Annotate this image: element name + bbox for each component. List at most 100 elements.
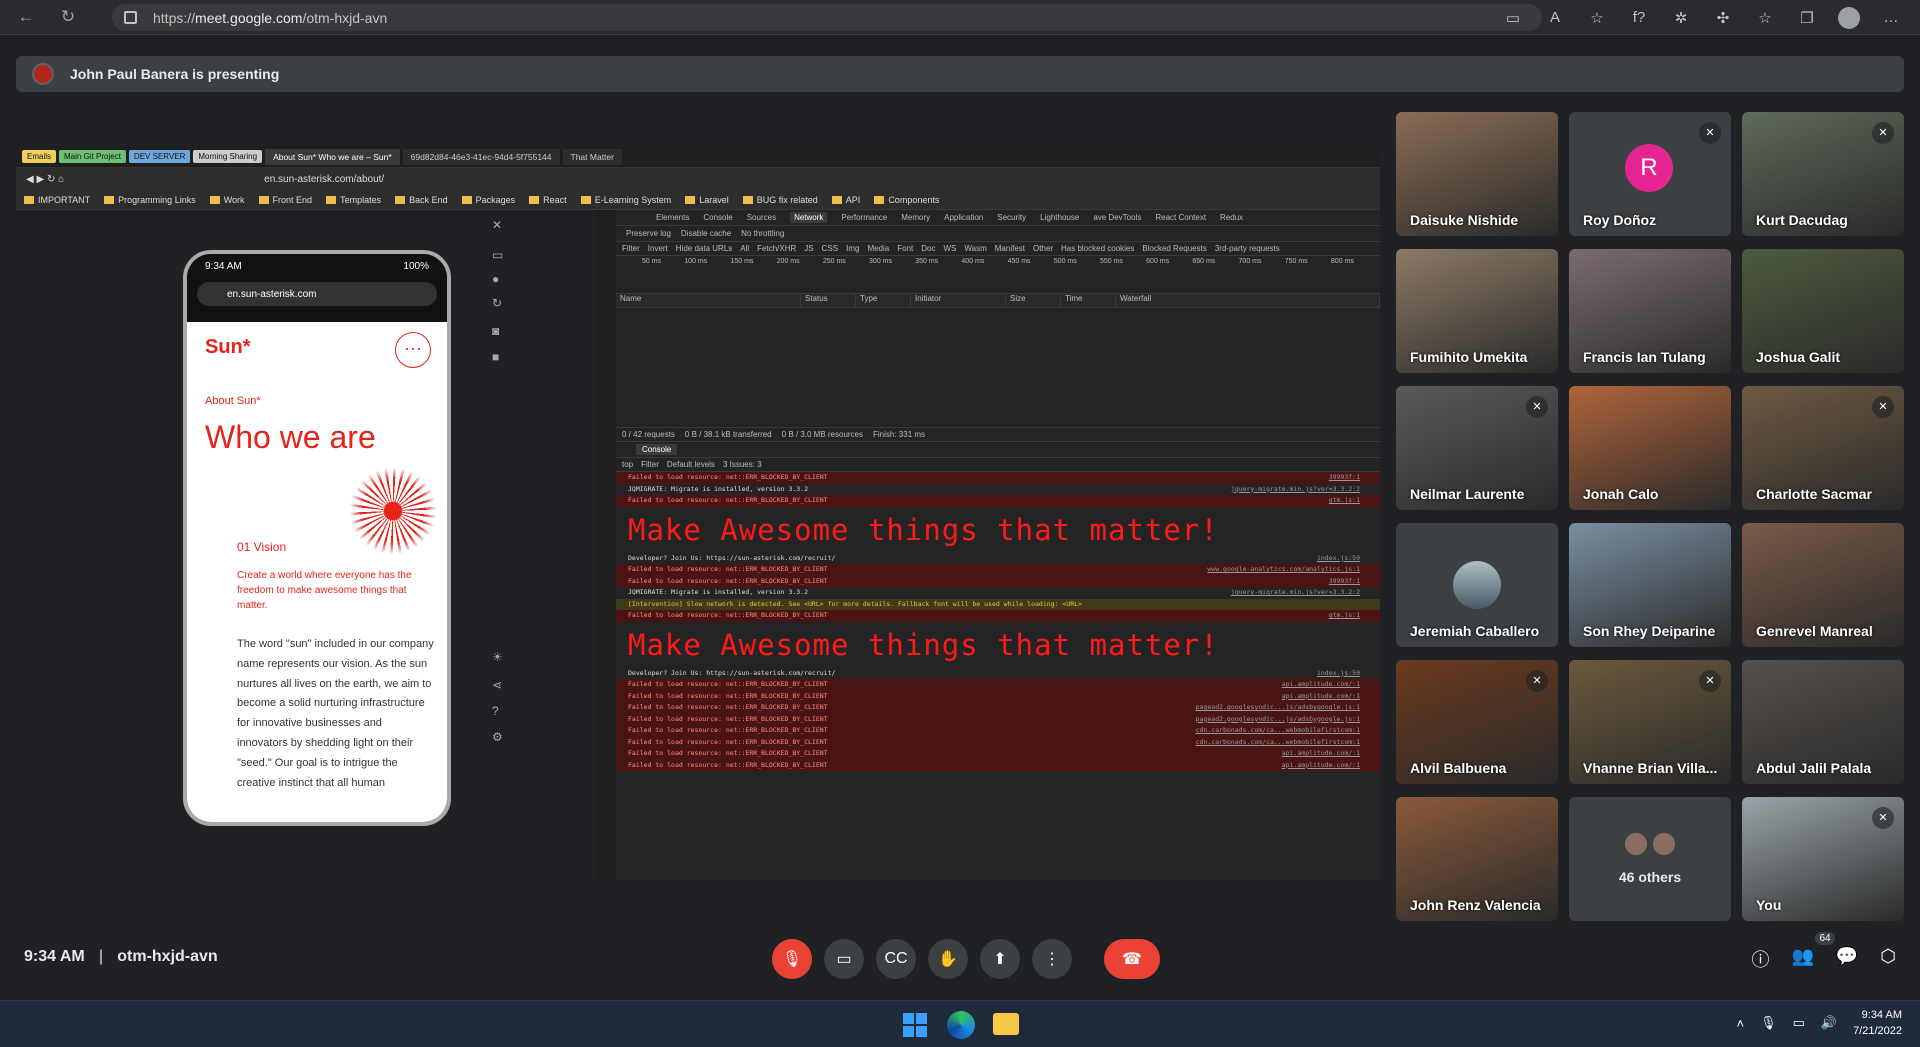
console-filter-bar: top Filter Default levels 3 Issues: 3 <box>616 458 1380 472</box>
participant-tile[interactable]: Neilmar Laurente ✕ <box>1396 386 1558 510</box>
console-line: JQMIGRATE: Migrate is installed, version… <box>616 587 1380 599</box>
participant-tile[interactable]: Alvil Balbuena ✕ <box>1396 660 1558 784</box>
timeline-tick: 750 ms <box>1284 258 1308 265</box>
participant-tile[interactable]: Vhanne Brian Villa... ✕ <box>1569 660 1731 784</box>
bookmark-item: E-Learning System <box>581 195 672 205</box>
console-message: Failed to load resource: net::ERR_BLOCKE… <box>628 611 828 619</box>
console-source-link[interactable]: 39993f:1 <box>1329 472 1360 484</box>
bookmark-item: Front End <box>259 195 313 205</box>
participant-tile[interactable]: 46 others <box>1569 797 1731 921</box>
participant-tile[interactable]: Joshua Galit <box>1742 249 1904 373</box>
read-aloud-icon[interactable]: A <box>1536 4 1574 31</box>
devtools-tab: Performance <box>841 213 888 222</box>
leave-call-button[interactable]: ☎ <box>1104 939 1160 979</box>
devtools-tab: Security <box>997 213 1027 222</box>
participant-tile[interactable]: Daisuke Nishide <box>1396 112 1558 236</box>
edge-browser-icon[interactable] <box>947 1011 975 1039</box>
console-source-link[interactable]: jquery-migrate.min.js?ver=3.3.2:2 <box>1231 587 1360 599</box>
filter-item: WS <box>943 244 957 253</box>
console-source-link[interactable]: api.amplitude.com/:1 <box>1282 748 1360 760</box>
participant-tile[interactable]: Charlotte Sacmar ✕ <box>1742 386 1904 510</box>
participant-tile[interactable]: John Renz Valencia <box>1396 797 1558 921</box>
start-icon[interactable] <box>903 1013 927 1037</box>
back-icon[interactable]: ← <box>10 2 42 32</box>
profile-avatar-icon[interactable] <box>1830 4 1868 31</box>
participant-tile[interactable]: Son Rhey Deiparine <box>1569 523 1731 647</box>
participant-tile[interactable]: Jonah Calo <box>1569 386 1731 510</box>
console-source-link[interactable]: api.amplitude.com/:1 <box>1282 679 1360 691</box>
collections-icon[interactable]: ❐ <box>1788 4 1826 31</box>
filter-item: Blocked Requests <box>1142 244 1207 253</box>
participant-tile[interactable]: Abdul Jalil Palala <box>1742 660 1904 784</box>
system-tray: ˄ 🎙 ▭ 🔊 9:34 AM 7/21/2022 <box>1736 1007 1902 1039</box>
activities-icon[interactable]: ⬡ <box>1880 946 1896 972</box>
camera-button[interactable]: ▭ <box>824 939 864 979</box>
console-line: Failed to load resource: net::ERR_BLOCKE… <box>616 736 1380 749</box>
timeline-tick: 150 ms <box>730 258 754 265</box>
meeting-details-icon[interactable]: ⓘ <box>1751 946 1769 972</box>
participant-tile[interactable]: You ✕ <box>1742 797 1904 921</box>
console-line: JQMIGRATE: Migrate is installed, version… <box>616 484 1380 496</box>
mic-off-icon: ✕ <box>1699 670 1721 692</box>
participant-tile[interactable]: Kurt Dacudag ✕ <box>1742 112 1904 236</box>
column-header: Waterfall <box>1116 294 1380 307</box>
network-icon[interactable]: ▭ <box>1793 1015 1805 1031</box>
tray-clock[interactable]: 9:34 AM 7/21/2022 <box>1853 1007 1902 1039</box>
devtools-tab: Console <box>703 213 733 222</box>
participant-tile[interactable]: Fumihito Umekita <box>1396 249 1558 373</box>
console-source-link[interactable]: pagead2.googlesyndic...js/adsbygoogle.js… <box>1196 702 1360 714</box>
console-banner: Make Awesome things that matter! <box>628 512 1219 547</box>
more-icon[interactable]: … <box>1872 4 1910 31</box>
profile-fn-icon[interactable]: f? <box>1620 4 1658 31</box>
chat-icon[interactable]: 💬 <box>1836 946 1858 972</box>
chevron-up-icon[interactable]: ˄ <box>1736 1016 1744 1031</box>
participant-tile[interactable]: Genrevel Manreal <box>1742 523 1904 647</box>
phone-time: 9:34 AM <box>205 260 242 272</box>
console-source-link[interactable]: index.js:50 <box>1317 668 1360 680</box>
console-source-link[interactable]: www.google-analytics.com/analytics.js:1 <box>1207 564 1360 576</box>
console-source-link[interactable]: gtm.js:1 <box>1329 610 1360 622</box>
mic-off-button[interactable]: 🎙 <box>772 939 812 979</box>
address-bar[interactable]: https://meet.google.com/otm-hxjd-avn <box>112 4 1542 31</box>
console-source-link[interactable]: pagead2.googlesyndic...js/adsbygoogle.js… <box>1196 714 1360 726</box>
volume-icon[interactable]: 🔊 <box>1821 1015 1837 1031</box>
favorites-icon[interactable]: ☆ <box>1746 4 1784 31</box>
participant-tile[interactable]: Jeremiah Caballero <box>1396 523 1558 647</box>
url-prefix: https:// <box>153 9 196 26</box>
column-header: Initiator <box>911 294 1006 307</box>
raise-hand-button[interactable]: ✋ <box>928 939 968 979</box>
others-face <box>1651 831 1677 857</box>
column-header: Status <box>801 294 856 307</box>
shared-address: en.sun-asterisk.com/about/ <box>264 173 385 185</box>
console-source-link[interactable]: api.amplitude.com/:1 <box>1282 760 1360 772</box>
favorite-star-icon[interactable]: ☆ <box>1578 4 1616 31</box>
devtools-tabs: Elements Console Sources Network Performance… <box>616 210 1380 226</box>
devtools-tab: Elements <box>656 213 690 222</box>
participant-tile[interactable]: Francis Ian Tulang <box>1569 249 1731 373</box>
console-source-link[interactable]: cdn.carbonads.com/ca...webmobilefirstcom… <box>1196 737 1360 749</box>
file-explorer-icon[interactable] <box>993 1013 1019 1035</box>
filter-item: CSS <box>821 244 839 253</box>
extensions-icon[interactable]: ✣ <box>1704 4 1742 31</box>
console-message: JQMIGRATE: Migrate is installed, version… <box>628 588 809 596</box>
console-source-link[interactable]: 39993f:1 <box>1329 576 1360 588</box>
camera-icon[interactable]: ▭ <box>1494 4 1532 31</box>
mic-tray-icon[interactable]: 🎙 <box>1760 1015 1777 1031</box>
present-button[interactable]: ⬆ <box>980 939 1020 979</box>
participant-tile[interactable]: R Roy Doñoz ✕ <box>1569 112 1731 236</box>
more-options-button[interactable]: ⋮ <box>1032 939 1072 979</box>
console-source-link[interactable]: jquery-migrate.min.js?ver=3.3.2:2 <box>1231 484 1360 496</box>
timeline-tick: 550 ms <box>1099 258 1123 265</box>
console-source-link[interactable]: cdn.carbonads.com/ca...webmobilefirstcom… <box>1196 725 1360 737</box>
console-source-link[interactable]: api.amplitude.com/:1 <box>1282 691 1360 703</box>
captions-button[interactable]: CC <box>876 939 916 979</box>
phone-page: Sun* ··· About Sun* Who we are 01 Vision… <box>187 322 447 822</box>
extension-gear-icon[interactable]: ✲ <box>1662 4 1700 31</box>
reload-icon[interactable]: ↻ <box>52 2 84 32</box>
console-source-link[interactable]: gtm.js:1 <box>1329 495 1360 507</box>
filter-item: Hide data URLs <box>675 244 733 253</box>
phone-frame: 9:34 AM 100% en.sun-asterisk.com Sun* ··… <box>183 250 451 826</box>
console-source-link[interactable]: index.js:50 <box>1317 553 1360 565</box>
people-icon[interactable]: 👥 64 <box>1791 932 1835 972</box>
devtools-tab: Lighthouse <box>1040 213 1080 222</box>
